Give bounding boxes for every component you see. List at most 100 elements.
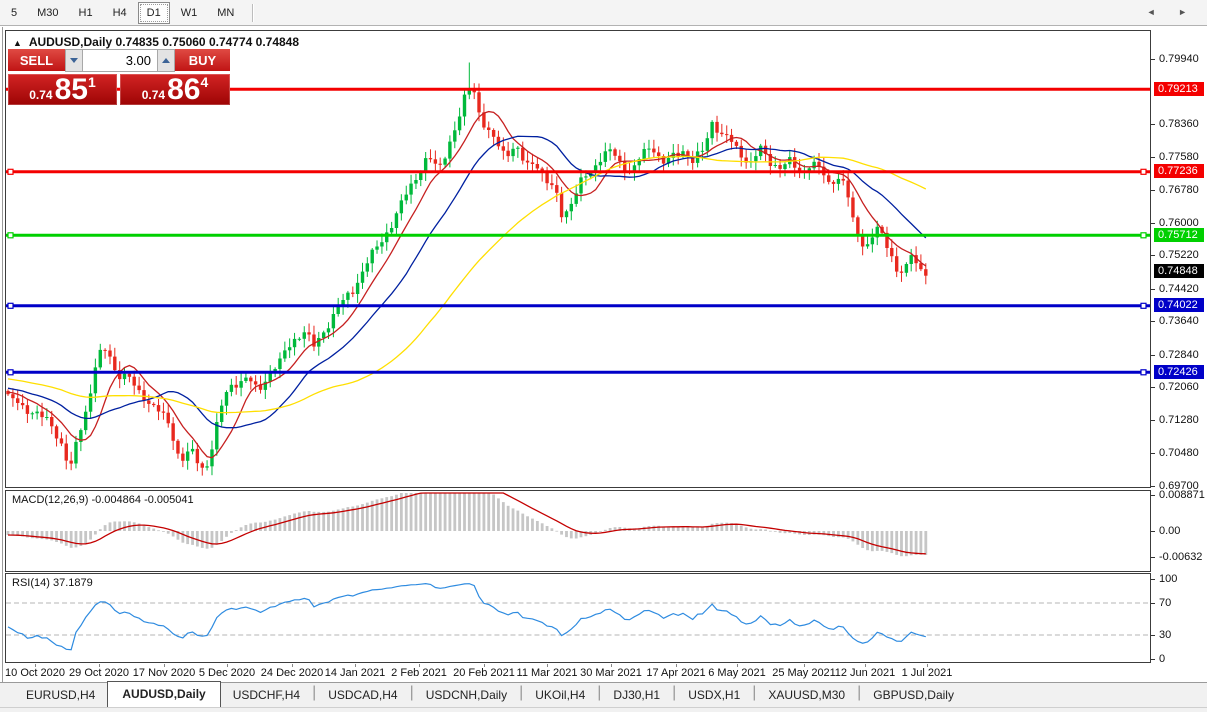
rsi-axis-label: 30 [1159,629,1171,642]
price-level-badge: 0.74848 [1154,264,1204,278]
price-axis-label: 0.78360 [1159,118,1199,131]
chart-tab-eurusd[interactable]: EURUSD,H4 [14,684,107,707]
chart-tab-usdx[interactable]: USDX,H1 [676,684,752,707]
price-axis-label: 0.71280 [1159,414,1199,427]
price-axis-tick [1151,453,1155,454]
timeframe-toolbar: 5M30H1H4D1W1MN [0,0,1207,26]
sell-button[interactable]: SELL [8,49,65,72]
time-axis-label: 11 Mar 2021 [517,667,578,679]
rsi-canvas[interactable] [6,574,1150,662]
chart-tab-bar: EURUSD,H4AUDUSD,DailyUSDCHF,H4|USDCAD,H4… [0,682,1207,707]
buy-price-display[interactable]: 0.74 86 4 [120,74,230,105]
triangle-down-icon [70,58,78,63]
macd-axis-tick [1151,557,1155,558]
horizontal-level-lines[interactable] [6,89,1150,375]
time-axis-label: 24 Dec 2020 [261,667,323,679]
macd-label: MACD(12,26,9) -0.004864 -0.005041 [12,494,194,506]
chart-tab-ukoil[interactable]: UKOil,H4 [523,684,597,707]
price-level-badge: 0.77236 [1154,164,1204,178]
macd-axis-label: -0.00632 [1159,551,1202,564]
timeframe-button-d1[interactable]: D1 [138,2,170,24]
price-chart-panel: ▲ AUDUSD,Daily 0.74835 0.75060 0.74774 0… [5,30,1151,488]
chart-title: ▲ AUDUSD,Daily 0.74835 0.75060 0.74774 0… [13,35,299,49]
price-axis-label: 0.77580 [1159,151,1199,164]
time-axis-label: 17 Apr 2021 [646,667,705,679]
chart-tab-usdchf[interactable]: USDCHF,H4 [221,684,312,707]
price-axis-tick [1151,255,1155,256]
price-axis-label: 0.73640 [1159,315,1199,328]
timeframe-button-h1[interactable]: H1 [70,2,102,24]
price-axis-label: 0.75220 [1159,249,1199,262]
time-axis-label: 5 Dec 2020 [199,667,255,679]
rsi-line [8,584,926,650]
time-axis-label: 10 Oct 2020 [5,667,65,679]
macd-axis-label: 0.00 [1159,525,1180,538]
price-axis[interactable]: 0.799400.783600.775800.767800.760000.752… [1151,28,1207,681]
time-axis-label: 29 Oct 2020 [69,667,129,679]
buy-price-prefix: 0.74 [142,88,165,102]
tab-scroll-left-arrow[interactable]: ◄ [1147,7,1166,17]
price-axis-label: 0.72060 [1159,381,1199,394]
time-axis-label: 20 Feb 2021 [453,667,515,679]
timeframe-button-mn[interactable]: MN [208,2,243,24]
price-axis-tick [1151,124,1155,125]
buy-price-pipette: 4 [200,74,208,90]
price-axis-tick [1151,157,1155,158]
sell-price-pipette: 1 [88,74,96,90]
time-axis-label: 1 Jul 2021 [902,667,953,679]
price-axis-label: 0.76780 [1159,184,1199,197]
buy-button[interactable]: BUY [175,49,230,72]
price-axis-tick [1151,321,1155,322]
price-axis-tick [1151,387,1155,388]
timeframe-button-w1[interactable]: W1 [172,2,207,24]
volume-input[interactable] [83,49,157,72]
window-frame-edge [2,27,3,707]
chart-symbol-label: AUDUSD,Daily [29,35,112,49]
price-axis-tick [1151,223,1155,224]
collapse-panel-icon[interactable]: ▲ [13,38,22,48]
price-axis-tick [1151,289,1155,290]
price-axis-label: 0.70480 [1159,447,1199,460]
timeframe-button-h4[interactable]: H4 [104,2,136,24]
chart-tab-gbpusd[interactable]: GBPUSD,Daily [861,684,966,707]
sell-price-display[interactable]: 0.74 85 1 [8,74,117,105]
chart-tab-usdcad[interactable]: USDCAD,H4 [316,684,409,707]
timeframe-button-m30[interactable]: M30 [28,2,67,24]
time-axis[interactable]: 10 Oct 202029 Oct 202017 Nov 20205 Dec 2… [5,664,1151,681]
price-axis-tick [1151,420,1155,421]
price-axis-label: 0.79940 [1159,53,1199,66]
macd-axis-tick [1151,495,1155,496]
rsi-axis-label: 70 [1159,597,1171,610]
price-axis-tick [1151,190,1155,191]
timeframe-button-5[interactable]: 5 [2,2,26,24]
triangle-up-icon [162,58,170,63]
rsi-axis-tick [1151,579,1155,580]
price-axis-tick [1151,486,1155,487]
price-axis-tick [1151,59,1155,60]
rsi-axis-label: 100 [1159,573,1177,586]
rsi-axis-tick [1151,635,1155,636]
chart-tab-dj30[interactable]: DJ30,H1 [601,684,672,707]
buy-price-big-digits: 86 [167,74,200,105]
chart-tab-audusd[interactable]: AUDUSD,Daily [107,681,220,707]
volume-decrease-button[interactable] [65,49,83,72]
volume-increase-button[interactable] [157,49,175,72]
chart-tab-usdcnh[interactable]: USDCNH,Daily [414,684,519,707]
tab-scroll-arrows: ◄ ► [1147,7,1197,17]
rsi-label: RSI(14) 37.1879 [12,577,93,589]
macd-axis-label: 0.008871 [1159,489,1205,502]
mt4-window: 5M30H1H4D1W1MN ▲ AUDUSD,Daily 0.74835 0.… [0,0,1207,712]
one-click-trading-panel: SELL BUY 0.74 85 1 0.74 86 [8,49,230,105]
price-level-badge: 0.79213 [1154,82,1204,96]
price-level-badge: 0.72426 [1154,365,1204,379]
time-axis-label: 2 Feb 2021 [391,667,447,679]
price-level-badge: 0.74022 [1154,298,1204,312]
candles-layer [6,63,927,476]
tab-scroll-right-arrow[interactable]: ► [1178,7,1197,17]
sell-price-prefix: 0.74 [29,88,52,102]
chart-ohlc-values: 0.74835 0.75060 0.74774 0.74848 [116,35,300,49]
rsi-indicator-panel: RSI(14) 37.1879 [5,573,1151,663]
toolbar-separator [252,4,254,22]
price-axis-label: 0.72840 [1159,349,1199,362]
chart-tab-xauusd[interactable]: XAUUSD,M30 [756,684,857,707]
